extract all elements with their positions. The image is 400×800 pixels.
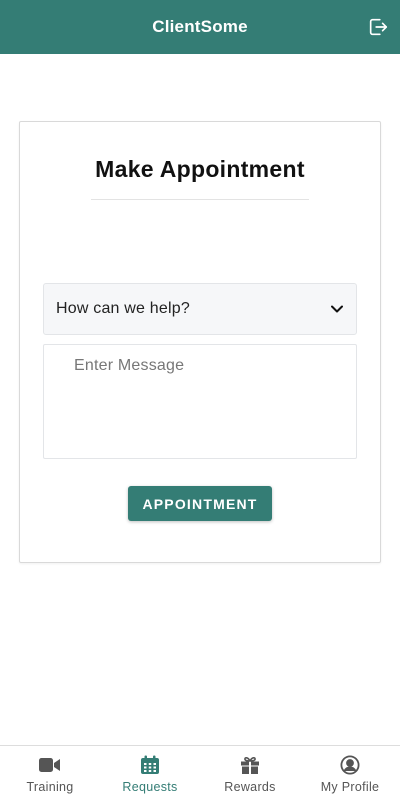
nav-item-training[interactable]: Training (0, 746, 100, 800)
nav-item-rewards[interactable]: Rewards (200, 746, 300, 800)
nav-item-requests[interactable]: Requests (100, 746, 200, 800)
video-camera-icon (39, 754, 61, 776)
appointment-button[interactable]: APPOINTMENT (128, 486, 272, 521)
nav-item-label: Training (26, 780, 74, 794)
bottom-nav: Training Requests Rewards My Profile (0, 745, 400, 800)
gift-icon (239, 754, 261, 776)
logout-icon (369, 18, 388, 36)
chevron-down-icon (330, 302, 344, 316)
logout-button[interactable] (366, 15, 390, 39)
message-input[interactable] (43, 344, 357, 459)
app-header: ClientSome (0, 0, 400, 54)
nav-item-label: My Profile (320, 780, 380, 794)
help-topic-select[interactable]: How can we help? (43, 283, 357, 335)
user-circle-icon (339, 754, 361, 776)
help-topic-select-value: How can we help? (56, 300, 190, 317)
nav-item-label: Rewards (224, 780, 276, 794)
title-divider (91, 199, 309, 200)
app-title: ClientSome (152, 17, 248, 36)
page-title: Make Appointment (95, 156, 305, 182)
nav-item-label: Requests (122, 780, 178, 794)
calendar-icon (139, 754, 161, 776)
nav-item-my-profile[interactable]: My Profile (300, 746, 400, 800)
